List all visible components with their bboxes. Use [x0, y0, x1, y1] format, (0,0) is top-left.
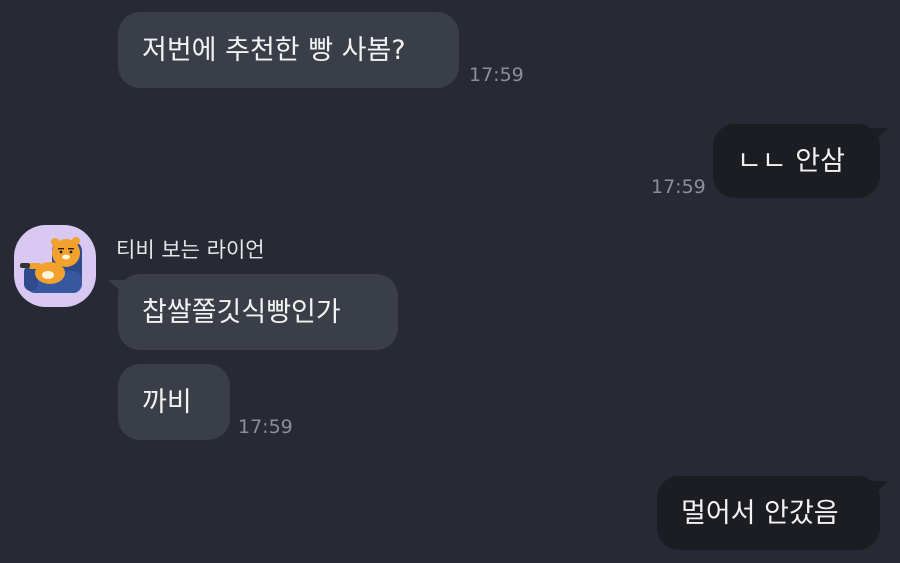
- message-text: 찹쌀쫄깃식빵인가: [142, 296, 341, 328]
- avatar[interactable]: [14, 225, 96, 307]
- message-text: ㄴㄴ 안삼: [737, 145, 845, 177]
- incoming-message-bubble[interactable]: 까비: [118, 364, 230, 440]
- chat-area: 저번에 추천한 빵 사봄? 17:59 ㄴㄴ 안삼 17:59 티비 보는 라이…: [0, 0, 900, 563]
- outgoing-message-bubble[interactable]: ㄴㄴ 안삼: [713, 124, 880, 198]
- incoming-message-bubble[interactable]: 저번에 추천한 빵 사봄?: [118, 12, 459, 88]
- message-timestamp: 17:59: [469, 64, 524, 86]
- message-timestamp: 17:59: [651, 176, 706, 198]
- message-text: 까비: [142, 386, 192, 418]
- message-timestamp: 17:59: [238, 416, 293, 438]
- outgoing-message-bubble[interactable]: 멀어서 안갔음: [657, 476, 880, 550]
- message-text: 저번에 추천한 빵 사봄?: [142, 34, 406, 66]
- sender-name: 티비 보는 라이언: [116, 238, 265, 262]
- outgoing-bubble-tail: [873, 128, 889, 142]
- message-text: 멀어서 안갔음: [681, 497, 839, 529]
- outgoing-bubble-tail: [873, 481, 889, 495]
- incoming-message-bubble[interactable]: 찹쌀쫄깃식빵인가: [118, 274, 398, 350]
- ryan-watching-tv-icon: [20, 237, 82, 293]
